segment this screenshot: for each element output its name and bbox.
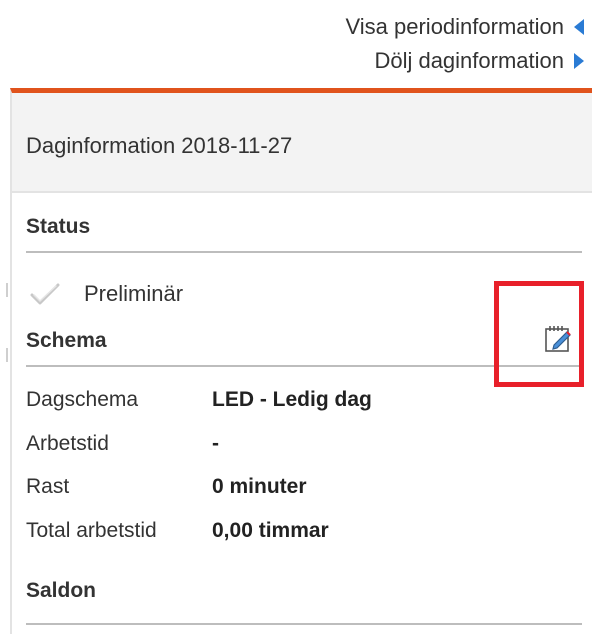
schema-row-value: -	[212, 432, 219, 455]
status-heading: Status	[26, 205, 582, 253]
day-info-view: Visa periodinformation Dölj daginformati…	[0, 0, 592, 634]
divider-tick	[6, 283, 8, 297]
triangle-left-icon	[574, 19, 584, 35]
schema-row-label: Dagschema	[26, 388, 139, 411]
schema-row-value: 0 minuter	[212, 475, 307, 498]
highlight-box	[494, 281, 584, 387]
top-links: Visa periodinformation Dölj daginformati…	[345, 10, 584, 78]
saldon-heading: Saldon	[26, 573, 582, 625]
triangle-right-icon	[574, 53, 584, 69]
check-icon	[30, 283, 60, 305]
status-value: Preliminär	[84, 281, 184, 306]
schema-row-value: 0,00 timmar	[212, 519, 329, 542]
schema-row-label: Total arbetstid	[26, 519, 157, 542]
status-row: Preliminär	[30, 281, 183, 307]
show-period-info-label: Visa periodinformation	[345, 14, 565, 39]
hide-day-info-link[interactable]: Dölj daginformation	[346, 44, 584, 78]
show-period-info-link[interactable]: Visa periodinformation	[345, 10, 584, 44]
schema-row-label: Rast	[26, 475, 70, 498]
schema-row-value: LED - Ledig dag	[212, 388, 372, 411]
schema-row-total-arbetstid: Total arbetstid 0,00 timmar	[26, 514, 329, 548]
hide-day-info-label: Dölj daginformation	[374, 48, 564, 73]
divider-tick	[6, 348, 8, 362]
schema-row-arbetstid: Arbetstid -	[26, 427, 219, 461]
schema-row-label: Arbetstid	[26, 432, 109, 455]
schema-row-dagschema: Dagschema LED - Ledig dag	[26, 383, 372, 417]
panel-title: Daginformation 2018-11-27	[12, 93, 592, 193]
schema-row-rast: Rast 0 minuter	[26, 470, 307, 504]
